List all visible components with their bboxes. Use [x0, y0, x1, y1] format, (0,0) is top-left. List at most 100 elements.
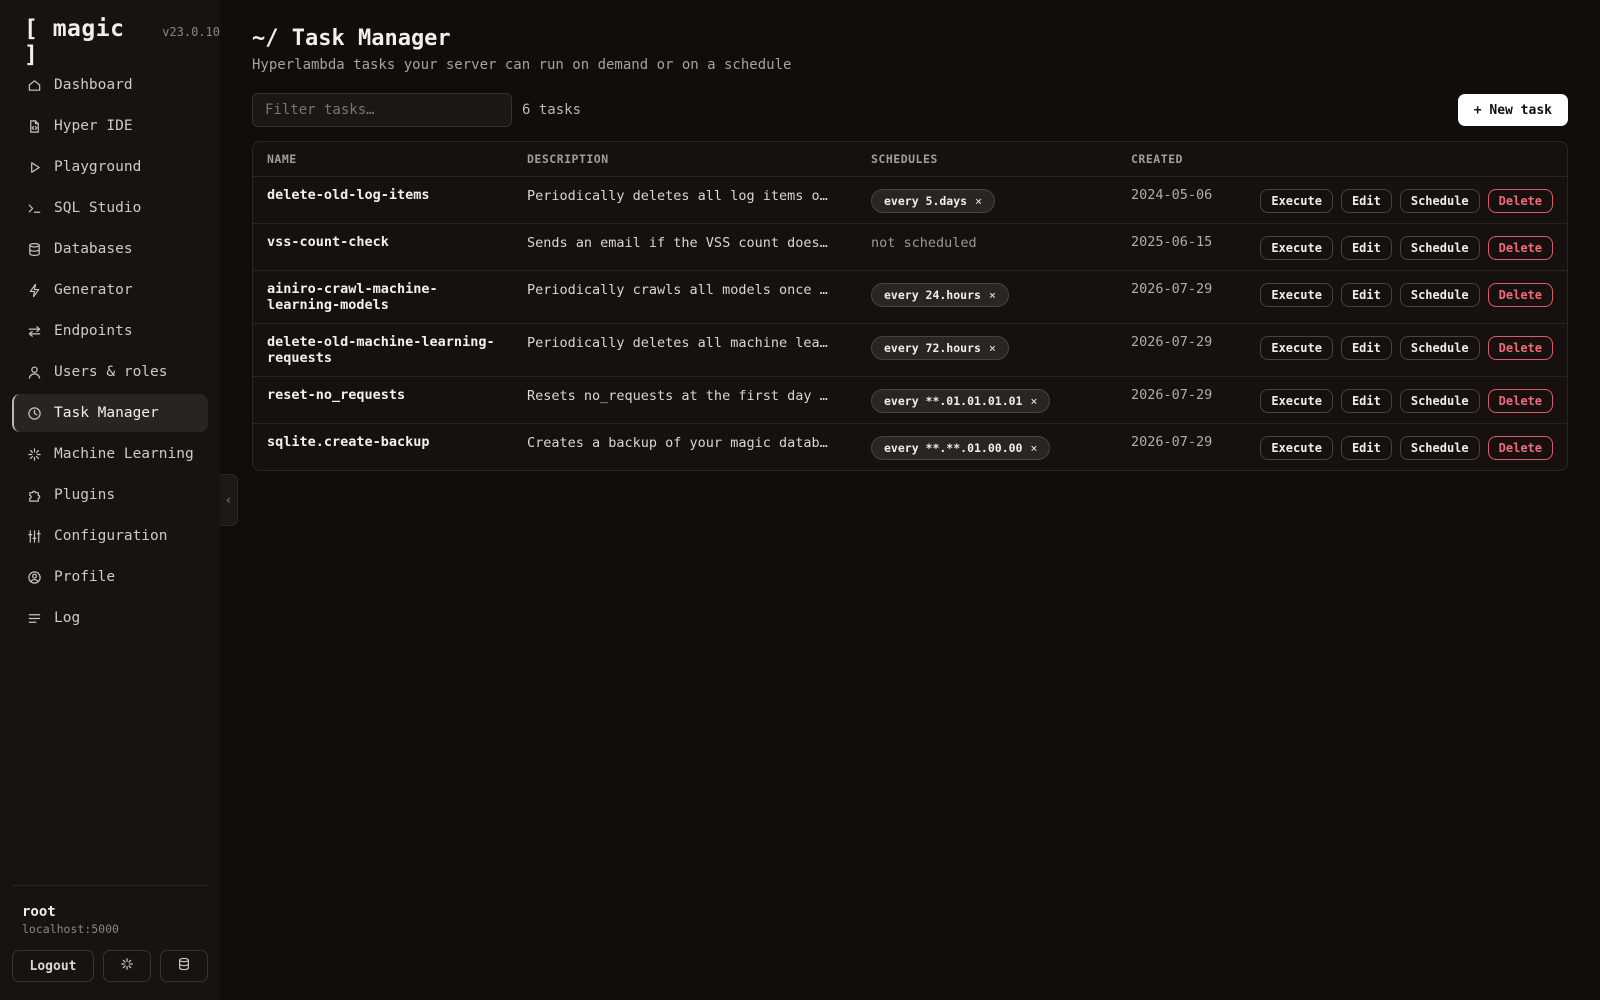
bolt-icon: [26, 282, 42, 298]
sidebar-item-label: Plugins: [54, 487, 116, 503]
sidebar-item-generator[interactable]: Generator: [12, 271, 208, 309]
column-header-actions: [1237, 142, 1567, 177]
edit-button[interactable]: Edit: [1340, 389, 1392, 413]
schedule-pill[interactable]: every **.01.01.01.01 ×: [871, 389, 1051, 413]
delete-button[interactable]: Delete: [1487, 283, 1553, 307]
execute-button[interactable]: Execute: [1260, 236, 1333, 260]
user-icon: [26, 364, 42, 380]
delete-button[interactable]: Delete: [1487, 236, 1553, 260]
not-scheduled-label: not scheduled: [871, 235, 977, 251]
sidebar-item-task-manager[interactable]: Task Manager: [12, 394, 208, 432]
schedule-button[interactable]: Schedule: [1399, 389, 1480, 413]
app-root: [ magic ] v23.0.10 Dashboard Hyper IDE Pla…: [0, 0, 1600, 1000]
cell-schedules: every 72.hours ×: [857, 323, 1117, 377]
task-name[interactable]: vss-count-check: [267, 234, 499, 250]
task-count: 6 tasks: [522, 102, 582, 118]
execute-button[interactable]: Execute: [1260, 189, 1333, 213]
theme-toggle-button[interactable]: [103, 950, 151, 982]
cell-actions: Execute Edit Schedule Delete: [1237, 176, 1567, 224]
sidebar-item-log[interactable]: Log: [12, 599, 208, 637]
task-name[interactable]: reset-no_requests: [267, 387, 499, 403]
task-created: 2026-07-29: [1131, 334, 1213, 350]
cell-created: 2026-07-29: [1117, 376, 1237, 424]
task-name[interactable]: sqlite.create-backup: [267, 434, 499, 450]
task-name[interactable]: ainiro-crawl-machine-learning-models: [267, 281, 499, 313]
delete-button[interactable]: Delete: [1487, 436, 1553, 460]
edit-button[interactable]: Edit: [1340, 436, 1392, 460]
table-row: ainiro-crawl-machine-learning-models Peri…: [253, 270, 1567, 324]
sidebar-item-endpoints[interactable]: Endpoints: [12, 312, 208, 350]
delete-button[interactable]: Delete: [1487, 189, 1553, 213]
execute-button[interactable]: Execute: [1260, 283, 1333, 307]
task-created: 2024-05-06: [1131, 187, 1213, 203]
sidebar-item-hyper-ide[interactable]: Hyper IDE: [12, 107, 208, 145]
cell-description: Periodically deletes all machine lea…: [513, 323, 857, 377]
remove-schedule-icon[interactable]: ×: [1030, 441, 1037, 455]
sidebar-item-plugins[interactable]: Plugins: [12, 476, 208, 514]
schedule-pill[interactable]: every **.**.01.00.00 ×: [871, 436, 1051, 460]
sidebar-nav: Dashboard Hyper IDE Playground SQL Studio Da…: [0, 66, 220, 637]
task-name[interactable]: delete-old-log-items: [267, 187, 499, 203]
sidebar-item-databases[interactable]: Databases: [12, 230, 208, 268]
table-row: vss-count-check Sends an email if the VSS…: [253, 223, 1567, 271]
cell-actions: Execute Edit Schedule Delete: [1237, 270, 1567, 324]
edit-button[interactable]: Edit: [1340, 283, 1392, 307]
execute-button[interactable]: Execute: [1260, 389, 1333, 413]
task-name[interactable]: delete-old-machine-learning-requests: [267, 334, 499, 366]
sidebar-footer: root localhost:5000 Logout: [12, 885, 208, 982]
schedule-pill[interactable]: every 5.days ×: [871, 189, 996, 213]
sidebar-item-playground[interactable]: Playground: [12, 148, 208, 186]
sidebar-item-label: Hyper IDE: [54, 118, 133, 134]
schedule-pill[interactable]: every 72.hours ×: [871, 336, 1009, 360]
page-subtitle: Hyperlambda tasks your server can run on…: [252, 57, 792, 73]
column-header-created: CREATED: [1117, 142, 1237, 177]
database-button[interactable]: [160, 950, 208, 982]
edit-button[interactable]: Edit: [1340, 236, 1392, 260]
user-circle-icon: [26, 569, 42, 585]
schedule-button[interactable]: Schedule: [1399, 236, 1480, 260]
sidebar-item-label: Task Manager: [54, 405, 159, 421]
cell-actions: Execute Edit Schedule Delete: [1237, 424, 1567, 471]
remove-schedule-icon[interactable]: ×: [989, 288, 996, 302]
table-header-row: NAME DESCRIPTION SCHEDULES CREATED: [253, 142, 1567, 177]
delete-button[interactable]: Delete: [1487, 389, 1553, 413]
database-icon: [26, 241, 42, 257]
sidebar-item-label: Databases: [54, 241, 133, 257]
table-row: delete-old-log-items Periodically deletes…: [253, 176, 1567, 224]
remove-schedule-icon[interactable]: ×: [989, 341, 996, 355]
sidebar-item-users-and-roles[interactable]: Users & roles: [12, 353, 208, 391]
user-name: root: [22, 904, 56, 920]
filter-tasks-input[interactable]: [252, 93, 512, 127]
edit-button[interactable]: Edit: [1340, 336, 1392, 360]
edit-button[interactable]: Edit: [1340, 189, 1392, 213]
schedule-button[interactable]: Schedule: [1399, 436, 1480, 460]
schedule-label: every 72.hours: [884, 341, 981, 355]
schedule-button[interactable]: Schedule: [1399, 189, 1480, 213]
sidebar-item-configuration[interactable]: Configuration: [12, 517, 208, 555]
execute-button[interactable]: Execute: [1260, 336, 1333, 360]
lines-icon: [26, 610, 42, 626]
schedule-button[interactable]: Schedule: [1399, 283, 1480, 307]
play-icon: [26, 159, 42, 175]
cell-name: delete-old-log-items: [253, 176, 513, 224]
remove-schedule-icon[interactable]: ×: [975, 194, 982, 208]
toolbar: 6 tasks + New task: [252, 93, 1568, 127]
sidebar-item-dashboard[interactable]: Dashboard: [12, 66, 208, 104]
task-created: 2026-07-29: [1131, 281, 1213, 297]
sidebar-item-machine-learning[interactable]: Machine Learning: [12, 435, 208, 473]
cell-schedules: every 5.days ×: [857, 176, 1117, 224]
remove-schedule-icon[interactable]: ×: [1030, 394, 1037, 408]
sidebar-item-sql-studio[interactable]: SQL Studio: [12, 189, 208, 227]
logout-button[interactable]: Logout: [12, 950, 94, 982]
column-header-schedules: SCHEDULES: [857, 142, 1117, 177]
sidebar-item-label: Endpoints: [54, 323, 133, 339]
brand[interactable]: [ magic ] v23.0.10: [0, 0, 220, 68]
cell-name: sqlite.create-backup: [253, 424, 513, 471]
schedule-button[interactable]: Schedule: [1399, 336, 1480, 360]
delete-button[interactable]: Delete: [1487, 336, 1553, 360]
schedule-pill[interactable]: every 24.hours ×: [871, 283, 1009, 307]
new-task-button[interactable]: + New task: [1457, 94, 1568, 126]
sidebar-item-profile[interactable]: Profile: [12, 558, 208, 596]
task-created: 2025-06-15: [1131, 234, 1213, 250]
execute-button[interactable]: Execute: [1260, 436, 1333, 460]
